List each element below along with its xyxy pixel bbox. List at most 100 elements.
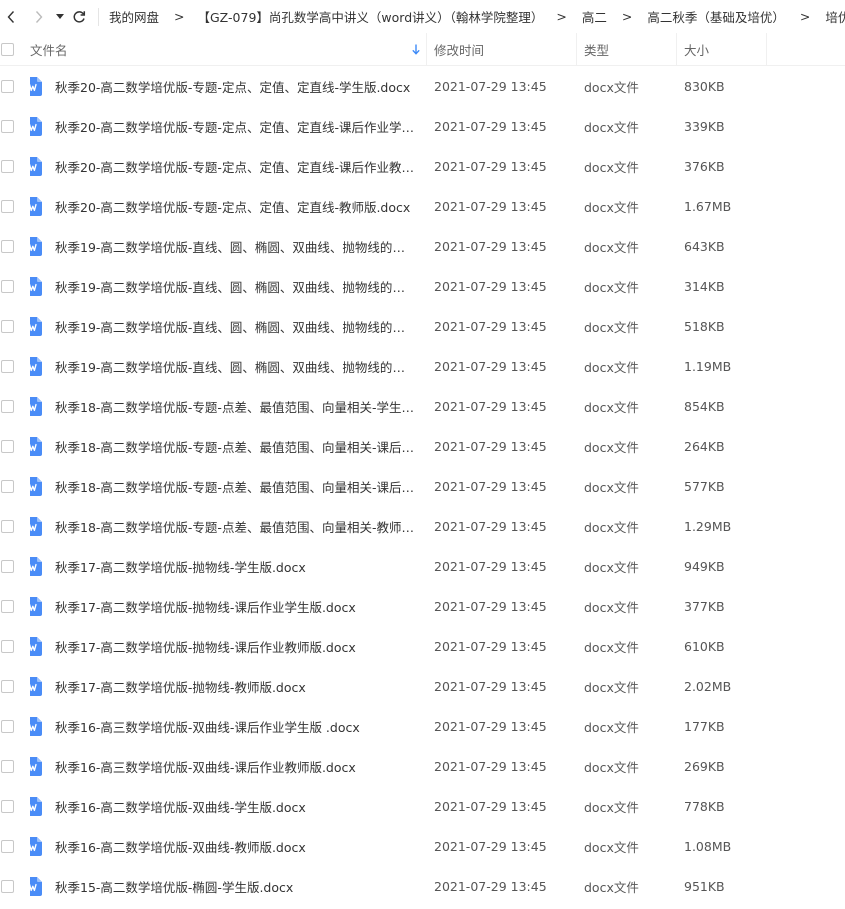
file-name-cell[interactable]: 秋季19-高二数学培优版-直线、圆、椭圆、双曲线、抛物线的综合... <box>30 236 427 256</box>
row-checkbox[interactable] <box>1 119 14 133</box>
row-checkbox-cell <box>0 799 30 813</box>
word-doc-icon <box>30 116 42 136</box>
row-checkbox[interactable] <box>1 679 14 693</box>
file-row[interactable]: 秋季17-高二数学培优版-抛物线-课后作业学生版.docx 2021-07-29… <box>0 586 845 626</box>
file-row[interactable]: 秋季19-高二数学培优版-直线、圆、椭圆、双曲线、抛物线的综合... 2021-… <box>0 346 845 386</box>
file-row[interactable]: 秋季18-高二数学培优版-专题-点差、最值范围、向量相关-教师版.... 202… <box>0 506 845 546</box>
file-row[interactable]: 秋季19-高二数学培优版-直线、圆、椭圆、双曲线、抛物线的综合... 2021-… <box>0 266 845 306</box>
file-name: 秋季18-高二数学培优版-专题-点差、最值范围、向量相关-教师版.... <box>55 519 415 535</box>
row-checkbox[interactable] <box>1 879 14 893</box>
file-name-cell[interactable]: 秋季16-高三数学培优版-双曲线-课后作业教师版.docx <box>30 756 427 776</box>
breadcrumb-item-term[interactable]: 高二秋季（基础及培优） <box>643 7 789 26</box>
row-checkbox[interactable] <box>1 599 14 613</box>
file-modified-date: 2021-07-29 13:45 <box>434 318 547 334</box>
row-checkbox[interactable] <box>1 519 14 533</box>
forward-button[interactable] <box>28 0 50 33</box>
row-checkbox[interactable] <box>1 559 14 573</box>
row-checkbox[interactable] <box>1 399 14 413</box>
file-type: docx文件 <box>584 759 639 775</box>
row-checkbox[interactable] <box>1 439 14 453</box>
file-name-cell[interactable]: 秋季18-高二数学培优版-专题-点差、最值范围、向量相关-学生版.... <box>30 396 427 416</box>
file-row[interactable]: 秋季18-高二数学培优版-专题-点差、最值范围、向量相关-课后作... 2021… <box>0 426 845 466</box>
file-name: 秋季17-高二数学培优版-抛物线-学生版.docx <box>55 559 306 575</box>
file-size: 2.02MB <box>684 678 732 694</box>
file-type: docx文件 <box>584 879 639 895</box>
column-header-name[interactable]: 文件名 <box>30 32 427 66</box>
row-checkbox[interactable] <box>1 159 14 173</box>
file-name-cell[interactable]: 秋季20-高二数学培优版-专题-定点、定值、定直线-课后作业教师... <box>30 156 427 176</box>
sort-arrow-down-icon <box>412 44 420 55</box>
chevron-left-icon <box>7 10 15 23</box>
file-name-cell[interactable]: 秋季18-高二数学培优版-专题-点差、最值范围、向量相关-课后作... <box>30 476 427 496</box>
file-row[interactable]: 秋季17-高二数学培优版-抛物线-学生版.docx 2021-07-29 13:… <box>0 546 845 586</box>
file-name-cell[interactable]: 秋季17-高二数学培优版-抛物线-课后作业学生版.docx <box>30 596 427 616</box>
file-row[interactable]: 秋季16-高二数学培优版-双曲线-教师版.docx 2021-07-29 13:… <box>0 826 845 866</box>
row-checkbox[interactable] <box>1 359 14 373</box>
row-checkbox[interactable] <box>1 79 14 93</box>
row-checkbox[interactable] <box>1 759 14 773</box>
file-row[interactable]: 秋季19-高二数学培优版-直线、圆、椭圆、双曲线、抛物线的综合... 2021-… <box>0 226 845 266</box>
file-name-cell[interactable]: 秋季19-高二数学培优版-直线、圆、椭圆、双曲线、抛物线的综合... <box>30 316 427 336</box>
column-header-type[interactable]: 类型 <box>577 32 677 66</box>
file-name: 秋季16-高二数学培优版-双曲线-学生版.docx <box>55 799 306 815</box>
file-name-cell[interactable]: 秋季16-高三数学培优版-双曲线-课后作业学生版 .docx <box>30 716 427 736</box>
file-type: docx文件 <box>584 119 639 135</box>
file-row[interactable]: 秋季20-高二数学培优版-专题-定点、定值、定直线-课后作业教师... 2021… <box>0 146 845 186</box>
file-row[interactable]: 秋季16-高二数学培优版-双曲线-学生版.docx 2021-07-29 13:… <box>0 786 845 826</box>
file-name-cell[interactable]: 秋季20-高二数学培优版-专题-定点、定值、定直线-课后作业学生... <box>30 116 427 136</box>
file-type: docx文件 <box>584 399 639 415</box>
breadcrumb-item-root[interactable]: 我的网盘 <box>105 7 163 26</box>
file-type: docx文件 <box>584 599 639 615</box>
file-name-cell[interactable]: 秋季17-高二数学培优版-抛物线-学生版.docx <box>30 556 427 576</box>
file-name-cell[interactable]: 秋季18-高二数学培优版-专题-点差、最值范围、向量相关-教师版.... <box>30 516 427 536</box>
row-checkbox[interactable] <box>1 839 14 853</box>
row-checkbox[interactable] <box>1 319 14 333</box>
file-row[interactable]: 秋季18-高二数学培优版-专题-点差、最值范围、向量相关-课后作... 2021… <box>0 466 845 506</box>
file-row[interactable]: 秋季16-高三数学培优版-双曲线-课后作业教师版.docx 2021-07-29… <box>0 746 845 786</box>
row-checkbox[interactable] <box>1 239 14 253</box>
row-checkbox-cell <box>0 199 30 213</box>
row-checkbox-cell <box>0 679 30 693</box>
breadcrumb-item-current[interactable]: 培优版 <box>821 7 845 26</box>
file-name-cell[interactable]: 秋季18-高二数学培优版-专题-点差、最值范围、向量相关-课后作... <box>30 436 427 456</box>
breadcrumb-item-course[interactable]: 【GZ-079】尚孔数学高中讲义（word讲义）（翰林学院整理） <box>196 7 546 26</box>
file-name-cell[interactable]: 秋季16-高二数学培优版-双曲线-学生版.docx <box>30 796 427 816</box>
file-modified-date: 2021-07-29 13:45 <box>434 438 547 454</box>
row-checkbox[interactable] <box>1 279 14 293</box>
history-dropdown-button[interactable] <box>52 0 68 33</box>
file-type: docx文件 <box>584 319 639 335</box>
file-row[interactable]: 秋季15-高二数学培优版-椭圆-学生版.docx 2021-07-29 13:4… <box>0 866 845 906</box>
file-row[interactable]: 秋季17-高二数学培优版-抛物线-教师版.docx 2021-07-29 13:… <box>0 666 845 706</box>
select-all-checkbox[interactable] <box>1 42 14 56</box>
back-button[interactable] <box>0 0 22 33</box>
file-name-cell[interactable]: 秋季16-高二数学培优版-双曲线-教师版.docx <box>30 836 427 856</box>
file-row[interactable]: 秋季19-高二数学培优版-直线、圆、椭圆、双曲线、抛物线的综合... 2021-… <box>0 306 845 346</box>
row-checkbox[interactable] <box>1 799 14 813</box>
column-header-date[interactable]: 修改时间 <box>427 32 577 66</box>
file-row[interactable]: 秋季18-高二数学培优版-专题-点差、最值范围、向量相关-学生版.... 202… <box>0 386 845 426</box>
refresh-icon <box>73 10 86 23</box>
file-type: docx文件 <box>584 439 639 455</box>
file-name-cell[interactable]: 秋季19-高二数学培优版-直线、圆、椭圆、双曲线、抛物线的综合... <box>30 356 427 376</box>
file-modified-date: 2021-07-29 13:45 <box>434 358 547 374</box>
file-name-cell[interactable]: 秋季19-高二数学培优版-直线、圆、椭圆、双曲线、抛物线的综合... <box>30 276 427 296</box>
row-checkbox[interactable] <box>1 719 14 733</box>
file-row[interactable]: 秋季16-高三数学培优版-双曲线-课后作业学生版 .docx 2021-07-2… <box>0 706 845 746</box>
row-checkbox[interactable] <box>1 479 14 493</box>
row-checkbox[interactable] <box>1 639 14 653</box>
file-name-cell[interactable]: 秋季15-高二数学培优版-椭圆-学生版.docx <box>30 876 427 896</box>
file-name-cell[interactable]: 秋季20-高二数学培优版-专题-定点、定值、定直线-教师版.docx <box>30 196 427 216</box>
refresh-button[interactable] <box>68 0 90 33</box>
file-row[interactable]: 秋季20-高二数学培优版-专题-定点、定值、定直线-学生版.docx 2021-… <box>0 66 845 106</box>
breadcrumb-item-grade[interactable]: 高二 <box>578 7 611 26</box>
file-row[interactable]: 秋季20-高二数学培优版-专题-定点、定值、定直线-课后作业学生... 2021… <box>0 106 845 146</box>
row-checkbox[interactable] <box>1 199 14 213</box>
file-modified-date: 2021-07-29 13:45 <box>434 558 547 574</box>
file-size: 377KB <box>684 598 725 614</box>
file-row[interactable]: 秋季17-高二数学培优版-抛物线-课后作业教师版.docx 2021-07-29… <box>0 626 845 666</box>
file-row[interactable]: 秋季20-高二数学培优版-专题-定点、定值、定直线-教师版.docx 2021-… <box>0 186 845 226</box>
file-name-cell[interactable]: 秋季20-高二数学培优版-专题-定点、定值、定直线-学生版.docx <box>30 76 427 96</box>
file-name-cell[interactable]: 秋季17-高二数学培优版-抛物线-课后作业教师版.docx <box>30 636 427 656</box>
column-header-size[interactable]: 大小 <box>677 32 767 66</box>
file-name-cell[interactable]: 秋季17-高二数学培优版-抛物线-教师版.docx <box>30 676 427 696</box>
